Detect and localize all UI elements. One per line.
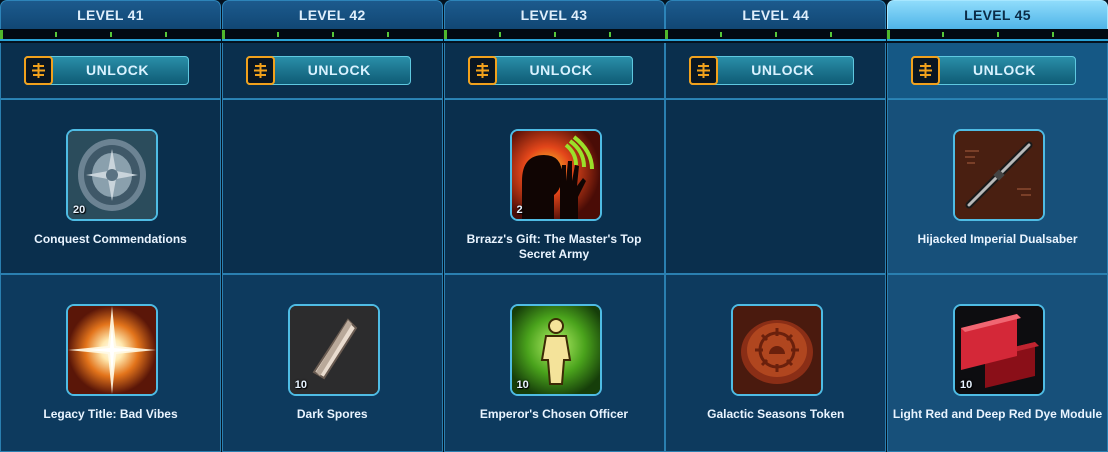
progress-tick [775,32,778,37]
reward-slot-top-empty [665,99,887,274]
reward-slot-bottom: Legacy Title: Bad Vibes [0,274,221,452]
reward-slot-top-empty [221,99,443,274]
progress-track [443,29,665,41]
unlock-label: UNLOCK [307,62,371,78]
unlock-button[interactable]: UNLOCK [467,56,633,85]
level-column-41: LEVEL 41 UNLOCK 20 Conquest Commendation… [0,0,221,452]
reward-slot-top: Hijacked Imperial Dualsaber [887,99,1108,274]
progress-tick [331,32,334,37]
quantity-label: 20 [73,204,86,216]
unlock-cell: UNLOCK [887,43,1108,99]
progress-track [221,29,443,41]
level-header-current: LEVEL 45 [887,0,1108,29]
progress-tick [386,32,389,37]
reward-item[interactable] [731,304,824,396]
battle-pass-currency-icon [467,56,497,85]
level-header: LEVEL 44 [665,0,887,29]
reward-item[interactable] [66,304,158,396]
unlock-cell: UNLOCK [443,43,665,99]
battle-pass-currency-icon [689,56,719,85]
level-column-45: LEVEL 45 UNLOCK Hijacked Imperial Dualsa… [887,0,1108,452]
reward-name: Hijacked Imperial Dualsaber [917,232,1078,246]
reward-name: Emperor's Chosen Officer [479,407,629,421]
unlock-label: UNLOCK [86,62,149,78]
progress-tick [55,32,57,37]
reward-item[interactable]: 10 [953,304,1045,396]
level-header: LEVEL 42 [221,0,443,29]
battle-pass-currency-icon [911,56,940,85]
progress-tick [887,30,890,39]
reward-name: Dark Spores [296,407,368,421]
unlock-button[interactable]: UNLOCK [24,56,189,85]
progress-tick [553,32,556,37]
reward-item[interactable] [953,129,1045,221]
level-column-43: LEVEL 43 UNLOCK 2 Brrazz's Gift: The Mas… [443,0,665,452]
progress-tick [165,32,167,37]
reward-name: Galactic Seasons Token [707,407,845,421]
unlock-label: UNLOCK [973,62,1036,78]
reward-name: Brrazz's Gift: The Master's Top Secret A… [466,232,642,261]
progress-tick [276,32,279,37]
reward-item[interactable]: 10 [509,304,602,396]
reward-slot-bottom: 10 Light Red and Deep Red Dye Module [887,274,1108,452]
unlock-cell: UNLOCK [221,43,443,99]
progress-tick [498,32,501,37]
progress-track [665,29,887,41]
quantity-label: 10 [516,379,529,391]
reward-item[interactable]: 10 [287,304,380,396]
dualsaber-icon [955,131,1043,219]
quantity-label: 10 [960,379,973,391]
progress-tick [665,30,669,39]
battle-pass-currency-icon [24,56,53,85]
progress-tick [221,30,225,39]
unlock-button[interactable]: UNLOCK [689,56,855,85]
reward-name: Light Red and Deep Red Dye Module [892,407,1103,421]
progress-tick [608,32,611,37]
reward-slot-bottom: 10 Emperor's Chosen Officer [443,274,665,452]
progress-tick [997,32,999,37]
quantity-label: 10 [294,379,307,391]
reward-name: Conquest Commendations [34,232,187,246]
quantity-label: 2 [516,204,523,216]
unlock-button[interactable]: UNLOCK [911,56,1076,85]
reward-name: Legacy Title: Bad Vibes [43,407,178,421]
unlock-label: UNLOCK [529,62,593,78]
progress-tick [110,32,112,37]
unlock-cell: UNLOCK [0,43,221,99]
unlock-button[interactable]: UNLOCK [245,56,411,85]
reward-slot-top: 2 Brrazz's Gift: The Master's Top Secret… [443,99,665,274]
reward-slot-bottom: Galactic Seasons Token [665,274,887,452]
silhouette-hand-icon [511,131,600,219]
reward-slot-bottom: 10 Dark Spores [221,274,443,452]
progress-track [887,29,1108,41]
progress-tick [720,32,723,37]
level-header: LEVEL 43 [443,0,665,29]
level-column-44: LEVEL 44 UNLOCK Galactic Seasons Token [665,0,887,452]
battle-pass-currency-icon [245,56,275,85]
reward-item[interactable]: 2 [509,129,602,221]
reward-item[interactable]: 20 [66,129,158,221]
progress-tick [0,30,3,39]
reward-track: LEVEL 41 UNLOCK 20 Conquest Commendation… [0,0,1108,452]
unlock-label: UNLOCK [751,62,815,78]
progress-track [0,29,221,41]
level-column-42: LEVEL 42 UNLOCK 10 Dark Spores [221,0,443,452]
level-header: LEVEL 41 [0,0,221,29]
seasons-token-icon [733,306,822,394]
progress-tick [942,32,944,37]
progress-tick [830,32,833,37]
light-burst-icon [68,306,156,394]
unlock-cell: UNLOCK [665,43,887,99]
progress-tick [1052,32,1054,37]
progress-tick [443,30,447,39]
reward-slot-top: 20 Conquest Commendations [0,99,221,274]
